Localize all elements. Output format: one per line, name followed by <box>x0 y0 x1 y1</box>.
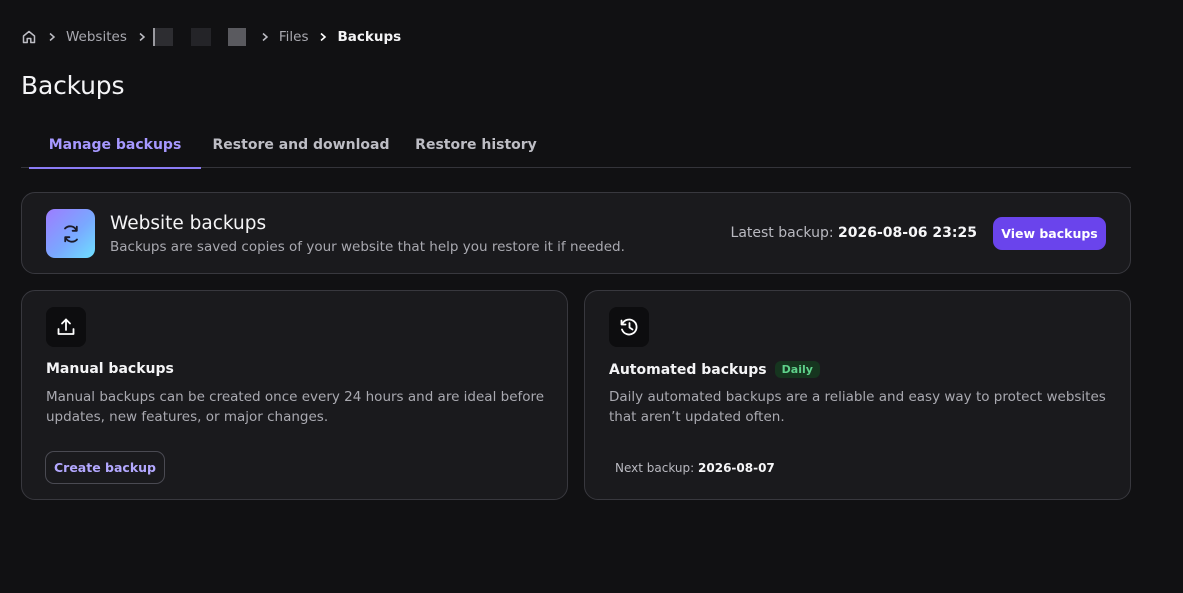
manual-backups-description: Manual backups can be created once every… <box>46 389 545 425</box>
history-icon <box>609 307 649 347</box>
upload-icon <box>46 307 86 347</box>
create-backup-button[interactable]: Create backup <box>45 451 165 484</box>
latest-backup-label: Latest backup: <box>730 225 834 241</box>
automated-backups-card: Automated backups Daily Daily automated b… <box>584 290 1131 500</box>
latest-backup-value: 2026-08-06 23:25 <box>838 225 977 241</box>
redacted-block <box>227 28 246 46</box>
banner-title: Website backups <box>110 213 267 234</box>
daily-badge: Daily <box>774 361 820 378</box>
home-icon[interactable] <box>21 29 37 45</box>
breadcrumb-redacted-site[interactable] <box>152 28 246 46</box>
redacted-block <box>152 28 173 46</box>
tab-bar: Manage backups Restore and download Rest… <box>21 122 1131 169</box>
redacted-block <box>190 28 211 46</box>
chevron-right-icon <box>137 32 147 42</box>
next-backup: Next backup: 2026-08-07 <box>615 461 775 475</box>
page-title: Backups <box>21 71 125 100</box>
refresh-icon <box>46 209 95 258</box>
view-backups-button[interactable]: View backups <box>993 217 1106 250</box>
chevron-right-icon <box>260 32 270 42</box>
next-backup-value: 2026-08-07 <box>698 461 775 475</box>
automated-backups-title-row: Automated backups Daily <box>609 361 820 378</box>
breadcrumb: Websites Files Backups <box>21 28 401 46</box>
breadcrumb-files[interactable]: Files <box>279 29 309 45</box>
backups-page: Websites Files Backups Backups Manage ba… <box>0 0 1183 593</box>
banner-description: Backups are saved copies of your website… <box>110 239 625 255</box>
breadcrumb-current: Backups <box>337 29 402 45</box>
chevron-right-icon <box>47 32 57 42</box>
website-backups-banner: Website backups Backups are saved copies… <box>21 192 1131 274</box>
automated-backups-description: Daily automated backups are a reliable a… <box>609 389 1106 425</box>
manual-backups-title: Manual backups <box>46 361 174 377</box>
tab-manage-backups[interactable]: Manage backups <box>29 122 201 169</box>
manual-backups-card: Manual backups Manual backups can be cre… <box>21 290 568 500</box>
chevron-right-icon <box>318 32 328 42</box>
breadcrumb-websites[interactable]: Websites <box>66 29 127 45</box>
next-backup-label: Next backup: <box>615 461 695 475</box>
automated-backups-title: Automated backups <box>609 362 767 378</box>
latest-backup: Latest backup: 2026-08-06 23:25 <box>731 225 977 241</box>
tab-restore-history[interactable]: Restore history <box>401 122 551 168</box>
tab-restore-and-download[interactable]: Restore and download <box>201 122 401 168</box>
